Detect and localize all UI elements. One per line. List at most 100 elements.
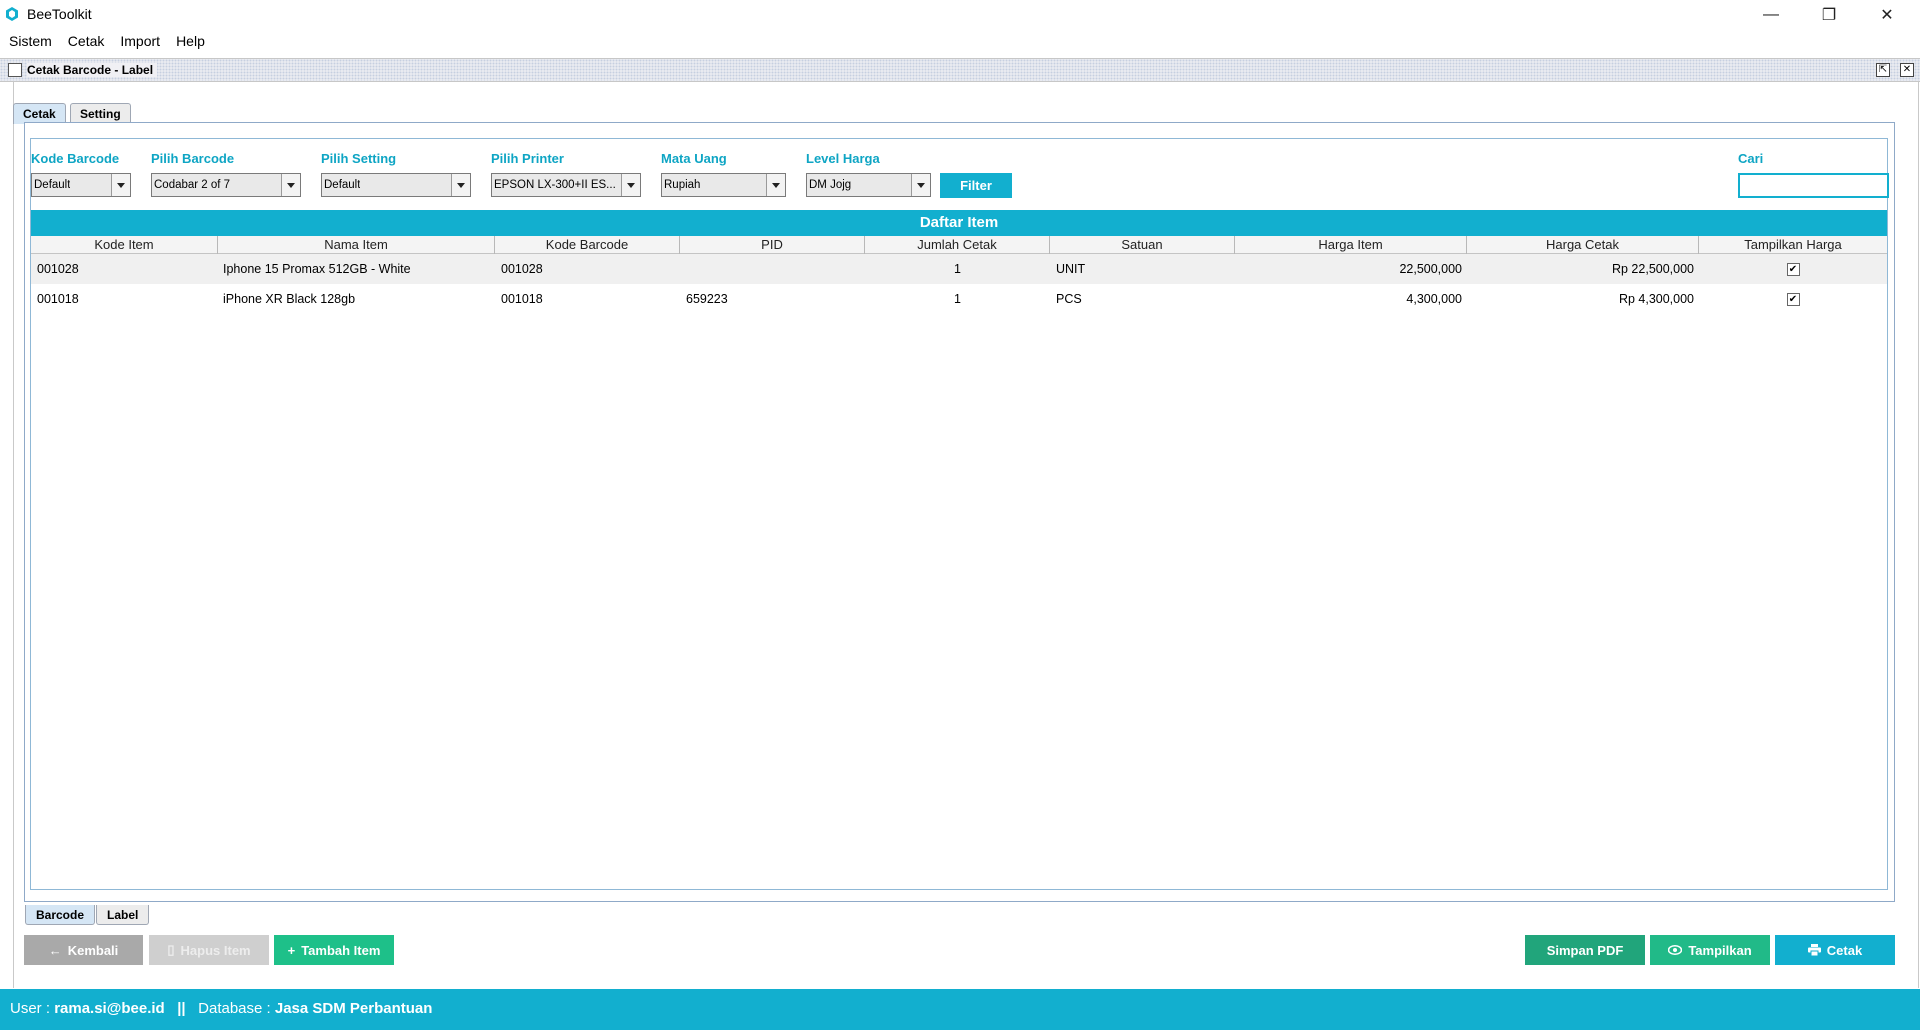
- table-row[interactable]: 001018 iPhone XR Black 128gb 001018 6592…: [31, 284, 1887, 314]
- app-title: BeeToolkit: [27, 6, 92, 22]
- cetak-label: Cetak: [1826, 942, 1863, 958]
- col-satuan[interactable]: Satuan: [1050, 236, 1235, 254]
- cell-tampilkan-harga: ✔: [1699, 284, 1887, 314]
- tab-setting[interactable]: Setting: [70, 103, 131, 123]
- tampilkan-label: Tampilkan: [1688, 942, 1752, 958]
- pilih-printer-label: Pilih Printer: [491, 151, 564, 166]
- menu-import[interactable]: Import: [111, 30, 167, 54]
- pilih-barcode-value: Codabar 2 of 7: [154, 179, 231, 191]
- level-harga-value: DM Jojg: [809, 179, 852, 191]
- col-harga-cetak[interactable]: Harga Cetak: [1467, 236, 1699, 254]
- simpan-pdf-button[interactable]: Simpan PDF: [1525, 935, 1645, 965]
- frame-window-icon: [8, 63, 22, 77]
- menu-help[interactable]: Help: [167, 30, 212, 54]
- user-label: User :: [10, 1000, 51, 1017]
- tampilkan-button[interactable]: Tampilkan: [1650, 935, 1770, 965]
- mata-uang-value: Rupiah: [664, 179, 701, 191]
- col-jumlah-cetak[interactable]: Jumlah Cetak: [865, 236, 1050, 254]
- col-pid[interactable]: PID: [680, 236, 865, 254]
- frame-restore-icon[interactable]: ⇱: [1876, 63, 1890, 77]
- col-kode-item[interactable]: Kode Item: [31, 236, 218, 254]
- kode-barcode-label: Kode Barcode: [31, 151, 120, 166]
- pilih-setting-value: Default: [324, 179, 361, 191]
- kode-barcode-select[interactable]: Default: [31, 173, 131, 197]
- minimize-button[interactable]: —: [1742, 0, 1800, 30]
- tambah-item-label: Tambah Item: [301, 942, 381, 958]
- simpan-pdf-label: Simpan PDF: [1546, 942, 1624, 958]
- tampilkan-harga-checkbox[interactable]: ✔: [1786, 263, 1800, 277]
- pilih-barcode-label: Pilih Barcode: [151, 151, 235, 166]
- level-harga-select[interactable]: DM Jojg: [806, 173, 931, 197]
- internal-frame-header: Cetak Barcode - Label ⇱ ✕: [0, 58, 1920, 82]
- cari-label: Cari: [1738, 151, 1764, 166]
- cell-nama-item: iPhone XR Black 128gb: [223, 292, 356, 306]
- kembali-button[interactable]: ← Kembali: [24, 935, 143, 965]
- search-input[interactable]: [1738, 173, 1889, 198]
- chevron-down-icon[interactable]: [621, 174, 640, 196]
- cell-harga-item: 4,300,000: [1406, 292, 1462, 306]
- chevron-down-icon[interactable]: [281, 174, 300, 196]
- chevron-down-icon[interactable]: [451, 174, 470, 196]
- printer-icon: [1807, 944, 1821, 956]
- tab-label[interactable]: Label: [96, 905, 150, 925]
- title-bar: BeeToolkit — ❐ ✕: [0, 0, 1920, 30]
- tab-cetak[interactable]: Cetak: [13, 103, 66, 124]
- cell-kode-barcode: 001028: [501, 262, 543, 276]
- pilih-setting-label: Pilih Setting: [321, 151, 397, 166]
- trash-icon: ▯: [167, 942, 175, 957]
- cell-jumlah-cetak: 1: [954, 262, 961, 276]
- tampilkan-harga-checkbox[interactable]: ✔: [1786, 293, 1800, 307]
- col-nama-item[interactable]: Nama Item: [218, 236, 495, 254]
- database-label: Database :: [198, 1000, 271, 1017]
- cell-jumlah-cetak: 1: [954, 292, 961, 306]
- status-separator: ||: [177, 1000, 186, 1017]
- col-tampilkan-harga[interactable]: Tampilkan Harga: [1699, 236, 1887, 254]
- chevron-down-icon[interactable]: [911, 174, 930, 196]
- status-bar: User : rama.si@bee.id || Database : Jasa…: [0, 989, 1920, 1030]
- menu-bar: Sistem Cetak Import Help: [0, 30, 1920, 54]
- col-harga-item[interactable]: Harga Item: [1235, 236, 1467, 254]
- level-harga-label: Level Harga: [806, 151, 880, 166]
- cell-pid: [686, 254, 864, 284]
- cell-tampilkan-harga: ✔: [1699, 254, 1887, 284]
- chevron-down-icon[interactable]: [111, 174, 130, 196]
- tab-barcode[interactable]: Barcode: [25, 905, 96, 925]
- frame-close-icon[interactable]: ✕: [1900, 63, 1914, 77]
- table-row[interactable]: 001028 Iphone 15 Promax 512GB - White 00…: [31, 254, 1887, 284]
- hapus-item-label: Hapus Item: [180, 942, 251, 958]
- menu-cetak[interactable]: Cetak: [59, 30, 112, 54]
- kode-barcode-value: Default: [34, 179, 71, 191]
- chevron-down-icon[interactable]: [766, 174, 785, 196]
- tambah-item-button[interactable]: + Tambah Item: [274, 935, 394, 965]
- cetak-button[interactable]: Cetak: [1775, 935, 1895, 965]
- hapus-item-button[interactable]: ▯ Hapus Item: [149, 935, 269, 965]
- frame-title: Cetak Barcode - Label: [27, 63, 158, 77]
- filter-button[interactable]: Filter: [940, 173, 1012, 198]
- cell-satuan: PCS: [1056, 292, 1082, 306]
- cell-kode-barcode: 001018: [501, 292, 543, 306]
- col-kode-barcode[interactable]: Kode Barcode: [495, 236, 680, 254]
- cell-kode-item: 001018: [37, 292, 79, 306]
- app-logo-icon: [6, 7, 18, 21]
- cell-harga-item: 22,500,000: [1399, 262, 1462, 276]
- cell-harga-cetak: Rp 4,300,000: [1618, 292, 1694, 306]
- mata-uang-select[interactable]: Rupiah: [661, 173, 786, 197]
- cell-nama-item: Iphone 15 Promax 512GB - White: [223, 262, 411, 276]
- pilih-printer-select[interactable]: EPSON LX-300+II ES...: [491, 173, 641, 197]
- kembali-label: Kembali: [67, 942, 119, 958]
- pilih-printer-value: EPSON LX-300+II ES...: [494, 179, 616, 191]
- arrow-left-icon: ←: [48, 942, 62, 958]
- cell-harga-cetak: Rp 22,500,000: [1611, 262, 1694, 276]
- user-value: rama.si@bee.id: [54, 1000, 165, 1017]
- cell-satuan: UNIT: [1056, 262, 1086, 276]
- close-button[interactable]: ✕: [1858, 0, 1916, 30]
- mata-uang-label: Mata Uang: [661, 151, 727, 166]
- table-header: Kode Item Nama Item Kode Barcode PID Jum…: [31, 236, 1887, 254]
- eye-icon: [1668, 945, 1683, 955]
- pilih-barcode-select[interactable]: Codabar 2 of 7: [151, 173, 301, 197]
- database-value: Jasa SDM Perbantuan: [274, 1000, 433, 1017]
- pilih-setting-select[interactable]: Default: [321, 173, 471, 197]
- menu-sistem[interactable]: Sistem: [0, 30, 59, 54]
- cell-pid: 659223: [686, 292, 728, 306]
- maximize-button[interactable]: ❐: [1800, 0, 1858, 30]
